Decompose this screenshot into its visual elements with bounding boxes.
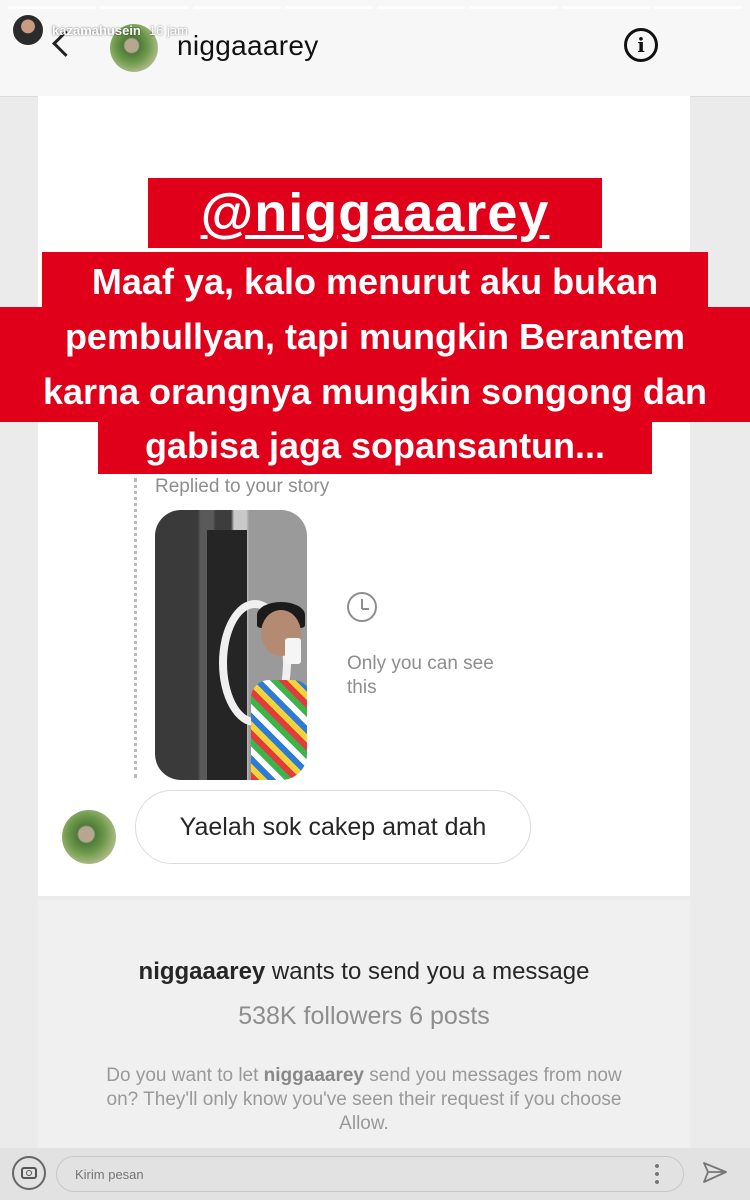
replied-label: Replied to your story (155, 476, 330, 497)
story-thumbnail[interactable] (155, 510, 307, 780)
info-icon[interactable]: i (624, 28, 658, 62)
more-options-icon[interactable] (655, 1162, 659, 1186)
send-icon[interactable] (702, 1160, 728, 1186)
thumbnail-phone (285, 638, 301, 664)
request-stats: 538K followers 6 posts (38, 1002, 690, 1031)
message-request-section: niggaaarey wants to send you a message 5… (38, 900, 690, 1150)
story-time: 16 jam (148, 22, 188, 38)
story-username[interactable]: kazamahusein (52, 23, 141, 38)
camera-icon[interactable] (12, 1156, 46, 1190)
request-body-pre: Do you want to let (106, 1065, 264, 1086)
mention-handle[interactable]: @niggaaarey (201, 182, 550, 244)
overlay-line: pembullyan, tapi mungkin Berantem (0, 307, 750, 367)
thread-line (134, 478, 137, 778)
progress-segment (653, 6, 742, 9)
message-bubble[interactable]: Yaelah sok cakep amat dah (135, 790, 531, 864)
story-header: kazamahusein 16 jam (12, 14, 188, 46)
progress-segment (8, 6, 97, 9)
followers-count: 538K followers (238, 1002, 403, 1030)
progress-segment (377, 6, 466, 9)
message-avatar[interactable] (62, 810, 116, 864)
reply-input[interactable] (56, 1156, 684, 1192)
progress-segment (469, 6, 558, 9)
overlay-line: gabisa jaga sopansantun... (98, 418, 652, 474)
thumbnail-shirt (251, 680, 307, 780)
request-body: Do you want to let niggaaarey send you m… (88, 1064, 640, 1136)
mention-box[interactable]: @niggaaarey (148, 178, 602, 248)
posts-count: 6 posts (409, 1002, 490, 1030)
overlay-line: Maaf ya, kalo menurut aku bukan (42, 252, 708, 312)
story-avatar[interactable] (12, 14, 44, 46)
only-you-text: Only you can see this (347, 653, 494, 698)
overlay-line: karna orangnya mungkin songong dan (0, 362, 750, 422)
progress-segment (192, 6, 281, 9)
request-username[interactable]: niggaaarey (139, 958, 266, 985)
request-body-username: niggaaarey (263, 1065, 364, 1086)
request-title-text: wants to send you a message (265, 958, 590, 985)
story-progress-bar (8, 6, 742, 9)
progress-segment (284, 6, 373, 9)
request-title: niggaaarey wants to send you a message (38, 958, 690, 986)
history-icon (347, 592, 377, 622)
progress-segment (561, 6, 650, 9)
progress-segment (100, 6, 189, 9)
dm-title[interactable]: niggaaarey (177, 30, 319, 62)
reply-bar (0, 1148, 750, 1200)
